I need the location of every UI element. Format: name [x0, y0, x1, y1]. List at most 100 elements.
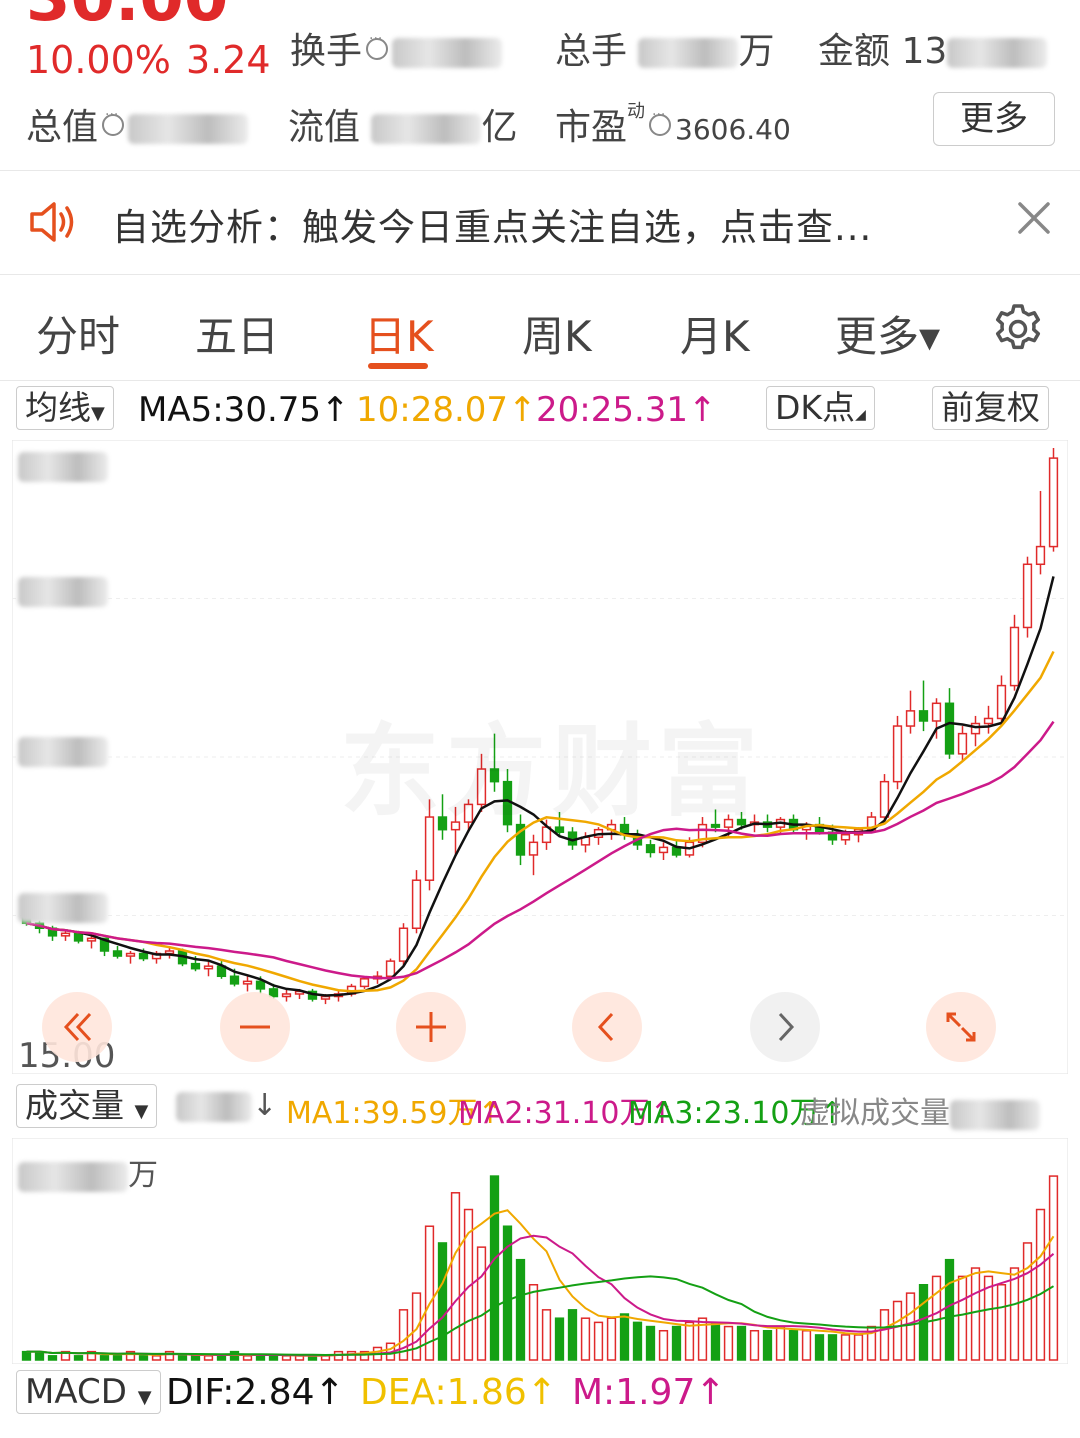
info-icon[interactable] — [102, 107, 125, 136]
ma-selector-label: 均线 — [25, 388, 91, 427]
candle-body — [996, 684, 1007, 720]
pe-stat: 市盈动 3606.40 — [555, 98, 791, 150]
change-amount: 3.24 — [186, 38, 271, 82]
volume-bar — [541, 1309, 552, 1361]
scroll-left-button[interactable] — [572, 992, 642, 1062]
settings-gear-icon[interactable] — [992, 303, 1044, 355]
volume-bar — [515, 1258, 526, 1361]
period-tabs: 分时 五日 日K 周K 月K 更多▾ — [0, 285, 1080, 380]
tab-more[interactable]: 更多▾ — [835, 303, 940, 364]
volume-bar — [203, 1355, 214, 1361]
adjust-mode-button[interactable]: 前复权 — [932, 386, 1049, 430]
price-axis-top-label — [18, 445, 108, 485]
candle-body — [970, 722, 981, 735]
volume-selector[interactable]: 成交量 ▼ — [16, 1084, 158, 1128]
divider — [0, 380, 1080, 381]
candle-body — [1048, 457, 1059, 548]
volume-bar — [1009, 1267, 1020, 1361]
volume-bar — [996, 1284, 1007, 1361]
notice-text: 自选分析：触发今日重点关注自选，点击查... — [112, 206, 873, 249]
volume-bar — [788, 1329, 799, 1361]
ma5-value: MA5:30.75↑ — [138, 390, 350, 430]
volume-selector-label: 成交量 — [25, 1086, 124, 1125]
tab-daily-k[interactable]: 日K — [364, 303, 434, 364]
tab-intraday[interactable]: 分时 — [36, 303, 120, 364]
candle-body — [398, 927, 409, 962]
volume-bar — [814, 1334, 825, 1361]
info-icon[interactable] — [366, 31, 389, 60]
scroll-right-button[interactable] — [750, 992, 820, 1062]
dk-point-label: DK点 — [775, 388, 856, 427]
amount-stat: 金额 13 — [818, 22, 1048, 74]
last-price: 30.00 — [26, 0, 228, 36]
candle-body — [671, 846, 682, 856]
volume-bar — [684, 1321, 695, 1361]
more-stats-button[interactable]: 更多 — [933, 92, 1055, 146]
volume-bar — [476, 1246, 487, 1361]
notice-bar[interactable]: 自选分析：触发今日重点关注自选，点击查... — [0, 170, 1080, 274]
volume-bar — [112, 1355, 123, 1361]
volume-bar — [346, 1350, 357, 1361]
volume-bar — [255, 1355, 266, 1361]
macd-selector[interactable]: MACD ▼ — [16, 1370, 161, 1414]
corner-arrow-icon: ◢ — [855, 407, 866, 423]
volume-bar — [632, 1321, 643, 1361]
price-axis-label — [18, 886, 108, 926]
volume-bar — [710, 1321, 721, 1361]
ma10-value: 10:28.07↑ — [356, 390, 537, 430]
volume-bar — [944, 1258, 955, 1361]
volume-bar — [749, 1329, 760, 1361]
candle-body — [840, 833, 851, 841]
volume-bar — [437, 1242, 448, 1361]
brand-watermark: 东方财富 — [340, 690, 764, 835]
fullscreen-button[interactable] — [926, 992, 996, 1062]
info-icon[interactable] — [649, 107, 672, 136]
volume-bar — [242, 1355, 253, 1361]
float-unit: 亿 — [481, 107, 518, 148]
virtual-volume: 虚拟成交量 — [800, 1088, 1040, 1132]
plus-icon — [416, 1012, 446, 1042]
close-icon[interactable] — [1016, 200, 1052, 236]
blurred-value — [392, 38, 503, 68]
volume-current: ↓ — [176, 1088, 277, 1123]
blurred-value — [128, 114, 249, 144]
amount-label: 金额 — [818, 31, 891, 72]
volume-bar — [567, 1309, 578, 1361]
volume-bar — [671, 1325, 682, 1361]
candle-body — [164, 950, 175, 955]
volume-indicator-bar: 成交量 ▼ ↓ MA1:39.59万↑ MA2:31.10万↑ MA3:23.1… — [0, 1084, 1080, 1132]
amount-prefix: 13 — [901, 31, 948, 72]
dk-point-selector[interactable]: DK点◢ — [766, 386, 875, 430]
zoom-in-button[interactable] — [396, 992, 466, 1062]
volume-bar — [47, 1355, 58, 1361]
candle-body — [411, 879, 422, 930]
pe-label: 市盈 — [555, 107, 628, 148]
expand-icon — [946, 1012, 976, 1042]
volume-stat: 总手 万 — [555, 22, 774, 74]
volume-bar — [879, 1309, 890, 1361]
volume-bar — [268, 1355, 279, 1361]
minus-icon — [240, 1025, 270, 1029]
volume-bar — [957, 1275, 968, 1361]
candle-body — [73, 932, 84, 942]
blurred-value — [947, 38, 1048, 68]
volume-bar — [1048, 1175, 1059, 1361]
tab-weekly-k[interactable]: 周K — [522, 303, 592, 364]
pe-value: 3606.40 — [675, 113, 791, 146]
volume-bar — [177, 1355, 188, 1361]
tab-five-day[interactable]: 五日 — [195, 303, 279, 364]
tab-monthly-k[interactable]: 月K — [680, 303, 750, 364]
volume-bar — [528, 1284, 539, 1361]
candle-body — [229, 975, 240, 985]
scroll-to-start-button[interactable] — [42, 992, 112, 1062]
macd-dif-value: DIF:2.84↑ — [166, 1372, 345, 1413]
ma-selector[interactable]: 均线▼ — [16, 386, 114, 430]
volume-chart[interactable] — [12, 1138, 1068, 1364]
candle-body — [931, 702, 942, 722]
volume-label: 总手 — [555, 31, 628, 72]
zoom-out-button[interactable] — [220, 992, 290, 1062]
dropdown-arrow-icon: ▼ — [137, 1387, 152, 1408]
ma-indicator-bar: 均线▼ MA5:30.75↑ 10:28.07↑ 20:25.31↑ DK点◢ … — [0, 386, 1080, 434]
float-label: 流值 — [288, 107, 361, 148]
quote-header: 30.00 10.00% 3.24 换手 总手 万 金额 13 总值 流值 亿 … — [0, 0, 1080, 170]
